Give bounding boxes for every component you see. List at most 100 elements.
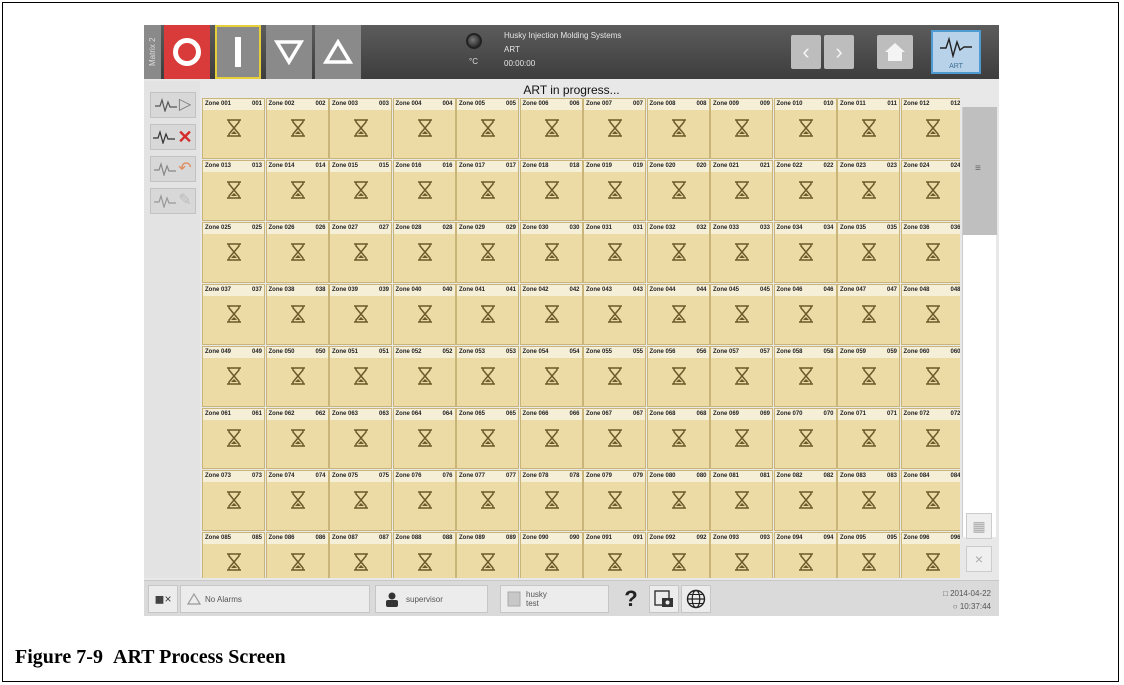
standby-button[interactable] [266, 25, 312, 79]
zone-tile[interactable]: Zone 001 001 [202, 98, 265, 159]
zone-tile[interactable]: Zone 080 080 [646, 470, 710, 531]
zone-tile[interactable]: Zone 011 011 [837, 98, 900, 159]
boost-button[interactable] [315, 25, 361, 79]
zone-tile[interactable]: Zone 085 085 [202, 532, 265, 578]
zone-tile[interactable]: Zone 039 039 [329, 284, 392, 345]
zone-tile[interactable]: Zone 086 086 [265, 532, 329, 578]
zone-tile[interactable]: Zone 021 021 [710, 160, 773, 221]
zone-tile[interactable]: Zone 018 018 [519, 160, 583, 221]
zone-tile[interactable]: Zone 060 060 [900, 346, 960, 407]
zone-tile[interactable]: Zone 061 061 [202, 408, 265, 469]
zone-tile[interactable]: Zone 067 067 [583, 408, 646, 469]
zone-tile[interactable]: Zone 081 081 [710, 470, 773, 531]
zone-tile[interactable]: Zone 077 077 [456, 470, 519, 531]
zone-tile[interactable]: Zone 095 095 [837, 532, 900, 578]
zone-tile[interactable]: Zone 094 094 [773, 532, 837, 578]
language-button[interactable] [681, 585, 711, 613]
zone-tile[interactable]: Zone 047 047 [837, 284, 900, 345]
power-on-button[interactable] [215, 25, 261, 79]
zone-tile[interactable]: Zone 046 046 [773, 284, 837, 345]
zone-tile[interactable]: Zone 065 065 [456, 408, 519, 469]
zone-tile[interactable]: Zone 006 006 [519, 98, 583, 159]
zone-tile[interactable]: Zone 070 070 [773, 408, 837, 469]
zone-tile[interactable]: Zone 074 074 [265, 470, 329, 531]
screenshot-button[interactable] [649, 585, 679, 613]
zone-tile[interactable]: Zone 022 022 [773, 160, 837, 221]
zone-tile[interactable]: Zone 066 066 [519, 408, 583, 469]
edit-art-button[interactable]: ✎ [150, 188, 196, 214]
zone-tile[interactable]: Zone 023 023 [837, 160, 900, 221]
zone-tile[interactable]: Zone 083 083 [837, 470, 900, 531]
zone-tile[interactable]: Zone 045 045 [710, 284, 773, 345]
zone-tile[interactable]: Zone 091 091 [583, 532, 646, 578]
zone-tile[interactable]: Zone 035 035 [837, 222, 900, 283]
zone-tile[interactable]: Zone 057 057 [710, 346, 773, 407]
zone-tile[interactable]: Zone 009 009 [710, 98, 773, 159]
zone-tile[interactable]: Zone 041 041 [456, 284, 519, 345]
zone-tile[interactable]: Zone 020 020 [646, 160, 710, 221]
home-button[interactable] [877, 35, 913, 69]
zone-tile[interactable]: Zone 064 064 [392, 408, 456, 469]
zone-tile[interactable]: Zone 082 082 [773, 470, 837, 531]
zone-tile[interactable]: Zone 042 042 [519, 284, 583, 345]
zone-tile[interactable]: Zone 050 050 [265, 346, 329, 407]
scroll-thumb[interactable]: ≡ [963, 107, 997, 235]
zone-tile[interactable]: Zone 073 073 [202, 470, 265, 531]
zone-tile[interactable]: Zone 016 016 [392, 160, 456, 221]
zone-tile[interactable]: Zone 063 063 [329, 408, 392, 469]
zone-tile[interactable]: Zone 062 062 [265, 408, 329, 469]
zone-tile[interactable]: Zone 068 068 [646, 408, 710, 469]
zone-tile[interactable]: Zone 031 031 [583, 222, 646, 283]
zone-tile[interactable]: Zone 036 036 [900, 222, 960, 283]
zone-tile[interactable]: Zone 024 024 [900, 160, 960, 221]
zone-tile[interactable]: Zone 014 014 [265, 160, 329, 221]
zone-tile[interactable]: Zone 025 025 [202, 222, 265, 283]
undo-art-button[interactable]: ↶ [150, 156, 196, 182]
power-off-button[interactable] [164, 25, 210, 79]
zone-tile[interactable]: Zone 049 049 [202, 346, 265, 407]
art-button[interactable]: ART [931, 30, 981, 74]
zone-tile[interactable]: Zone 096 096 [900, 532, 960, 578]
zone-tile[interactable]: Zone 084 084 [900, 470, 960, 531]
zone-tile[interactable]: Zone 072 072 [900, 408, 960, 469]
stop-art-button[interactable]: ✕ [150, 124, 196, 150]
zone-tile[interactable]: Zone 013 013 [202, 160, 265, 221]
zone-tile[interactable]: Zone 044 044 [646, 284, 710, 345]
zone-scrollbar[interactable]: ≡ [962, 107, 997, 537]
zone-tile[interactable]: Zone 078 078 [519, 470, 583, 531]
zone-tile[interactable]: Zone 090 090 [519, 532, 583, 578]
zone-tile[interactable]: Zone 012 012 [900, 98, 960, 159]
zone-tile[interactable]: Zone 030 030 [519, 222, 583, 283]
zone-tile[interactable]: Zone 048 048 [900, 284, 960, 345]
user-panel[interactable]: supervisor [375, 585, 488, 613]
zone-tile[interactable]: Zone 054 054 [519, 346, 583, 407]
zone-tile[interactable]: Zone 076 076 [392, 470, 456, 531]
matrix-tab[interactable]: Matrix 2 [144, 25, 161, 79]
grid-view-button[interactable]: ▦ [966, 513, 992, 539]
zone-tile[interactable]: Zone 038 038 [265, 284, 329, 345]
zone-tile[interactable]: Zone 087 087 [329, 532, 392, 578]
zone-tile[interactable]: Zone 008 008 [646, 98, 710, 159]
zone-tile[interactable]: Zone 003 003 [329, 98, 392, 159]
zone-tile[interactable]: Zone 027 027 [329, 222, 392, 283]
forward-button[interactable]: › [824, 35, 854, 69]
zone-tile[interactable]: Zone 069 069 [710, 408, 773, 469]
zone-tile[interactable]: Zone 052 052 [392, 346, 456, 407]
zone-tile[interactable]: Zone 089 089 [456, 532, 519, 578]
back-button[interactable]: ‹ [791, 35, 821, 69]
zone-tile[interactable]: Zone 059 059 [837, 346, 900, 407]
zone-tile[interactable]: Zone 004 004 [392, 98, 456, 159]
zone-tile[interactable]: Zone 017 017 [456, 160, 519, 221]
zone-tile[interactable]: Zone 034 034 [773, 222, 837, 283]
zone-tile[interactable]: Zone 029 029 [456, 222, 519, 283]
zone-tile[interactable]: Zone 079 079 [583, 470, 646, 531]
zone-tile[interactable]: Zone 005 005 [456, 98, 519, 159]
zone-tile[interactable]: Zone 040 040 [392, 284, 456, 345]
mold-panel[interactable]: husky test [500, 585, 609, 613]
zone-tile[interactable]: Zone 051 051 [329, 346, 392, 407]
zone-tile[interactable]: Zone 088 088 [392, 532, 456, 578]
zone-tile[interactable]: Zone 019 019 [583, 160, 646, 221]
zone-tile[interactable]: Zone 056 056 [646, 346, 710, 407]
zone-tile[interactable]: Zone 037 037 [202, 284, 265, 345]
zone-tile[interactable]: Zone 015 015 [329, 160, 392, 221]
